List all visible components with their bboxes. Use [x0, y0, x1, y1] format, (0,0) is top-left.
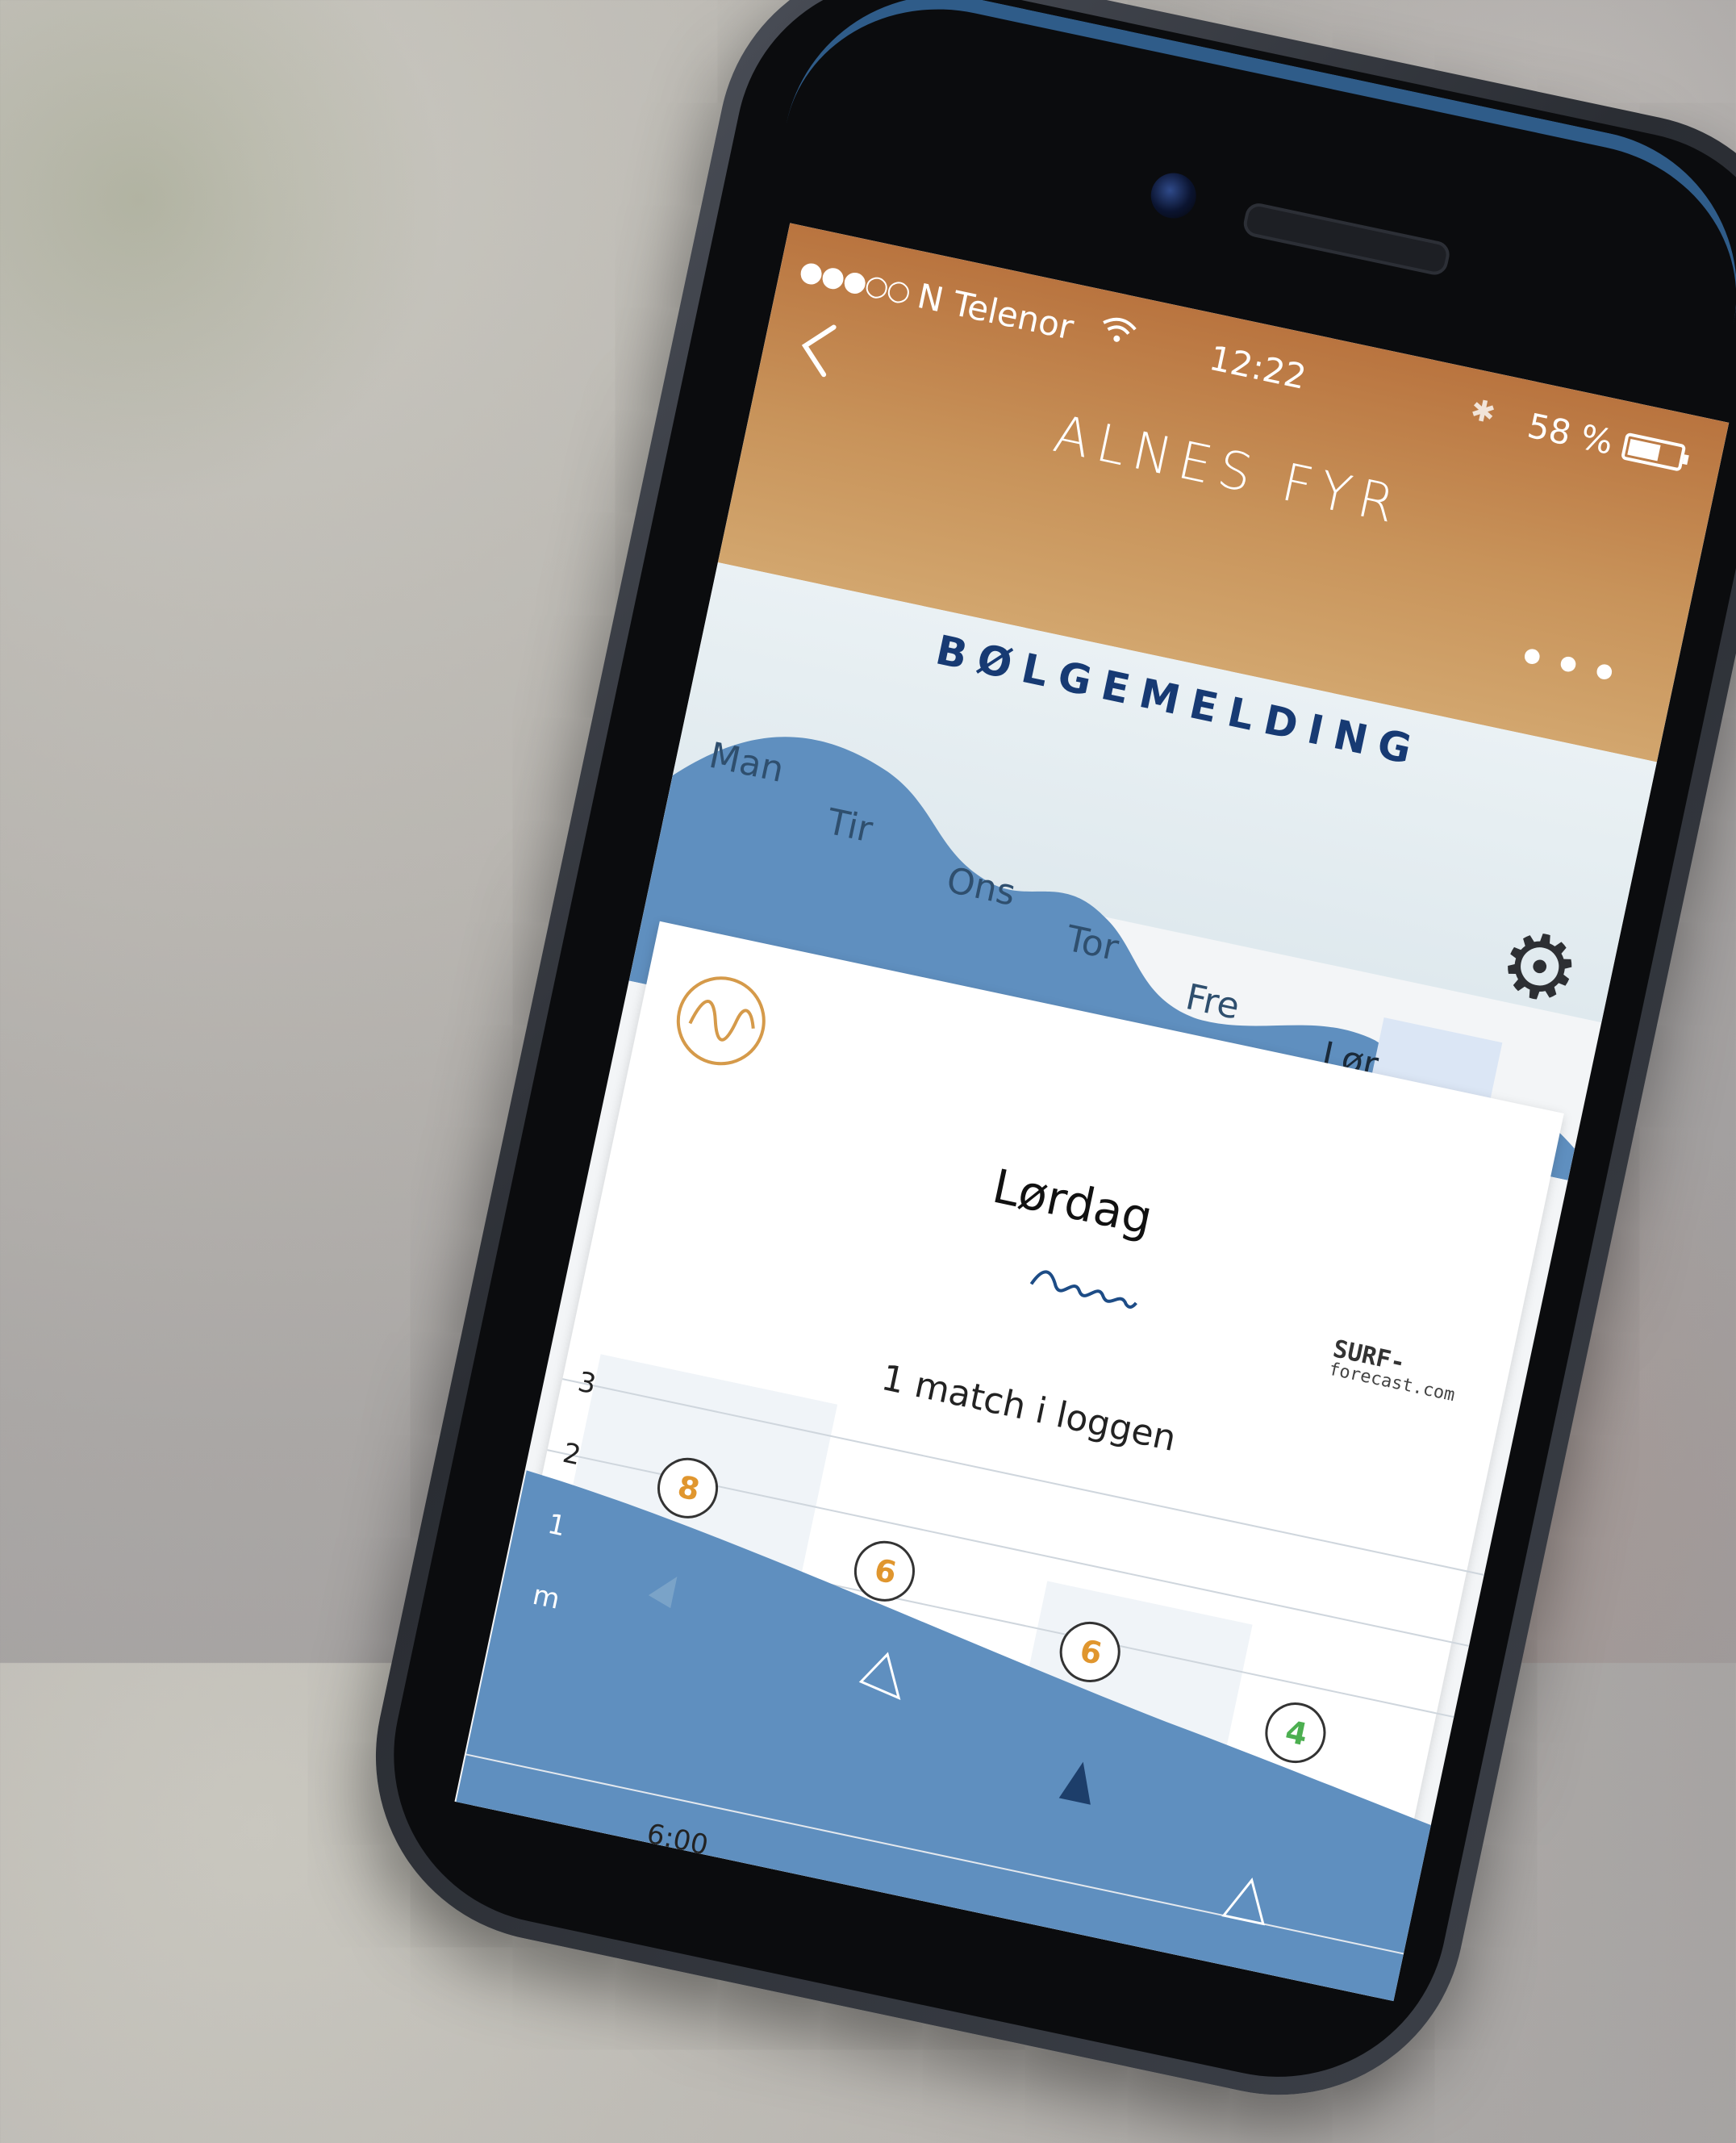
clock: 12:22: [1205, 337, 1310, 397]
app-screen: ●●●○○ N Telenor 12:22 ✱ 58 % ALNES FYR •…: [454, 223, 1730, 2002]
signal-strength: ●●●○○: [796, 253, 913, 309]
bluetooth-icon: ✱: [1467, 393, 1499, 431]
phone-bezel: ●●●○○ N Telenor 12:22 ✱ 58 % ALNES FYR •…: [362, 0, 1736, 2108]
more-options-button[interactable]: •••: [1511, 626, 1632, 708]
rating-badge-4[interactable]: 4: [1261, 1698, 1329, 1767]
battery-percent: 58 %: [1524, 405, 1617, 462]
provider-logo[interactable]: SURF- forecast.com: [1327, 1335, 1461, 1406]
wave-icon: [1024, 1256, 1144, 1322]
carrier-name: N Telenor: [914, 275, 1078, 348]
battery-icon: [1620, 432, 1687, 472]
wifi-icon: [1096, 313, 1139, 357]
day-forecast-card: Lørdag SURF- forecast.com 1 match i logg…: [454, 921, 1564, 2002]
phone-body: ●●●○○ N Telenor 12:22 ✱ 58 % ALNES FYR •…: [341, 0, 1736, 2130]
wave-ring-icon: [668, 968, 774, 1074]
rating-badge-2[interactable]: 6: [850, 1537, 919, 1606]
wave-height-chart: 3 2 1 m 6:00 8 6 6 4: [454, 1354, 1547, 2002]
